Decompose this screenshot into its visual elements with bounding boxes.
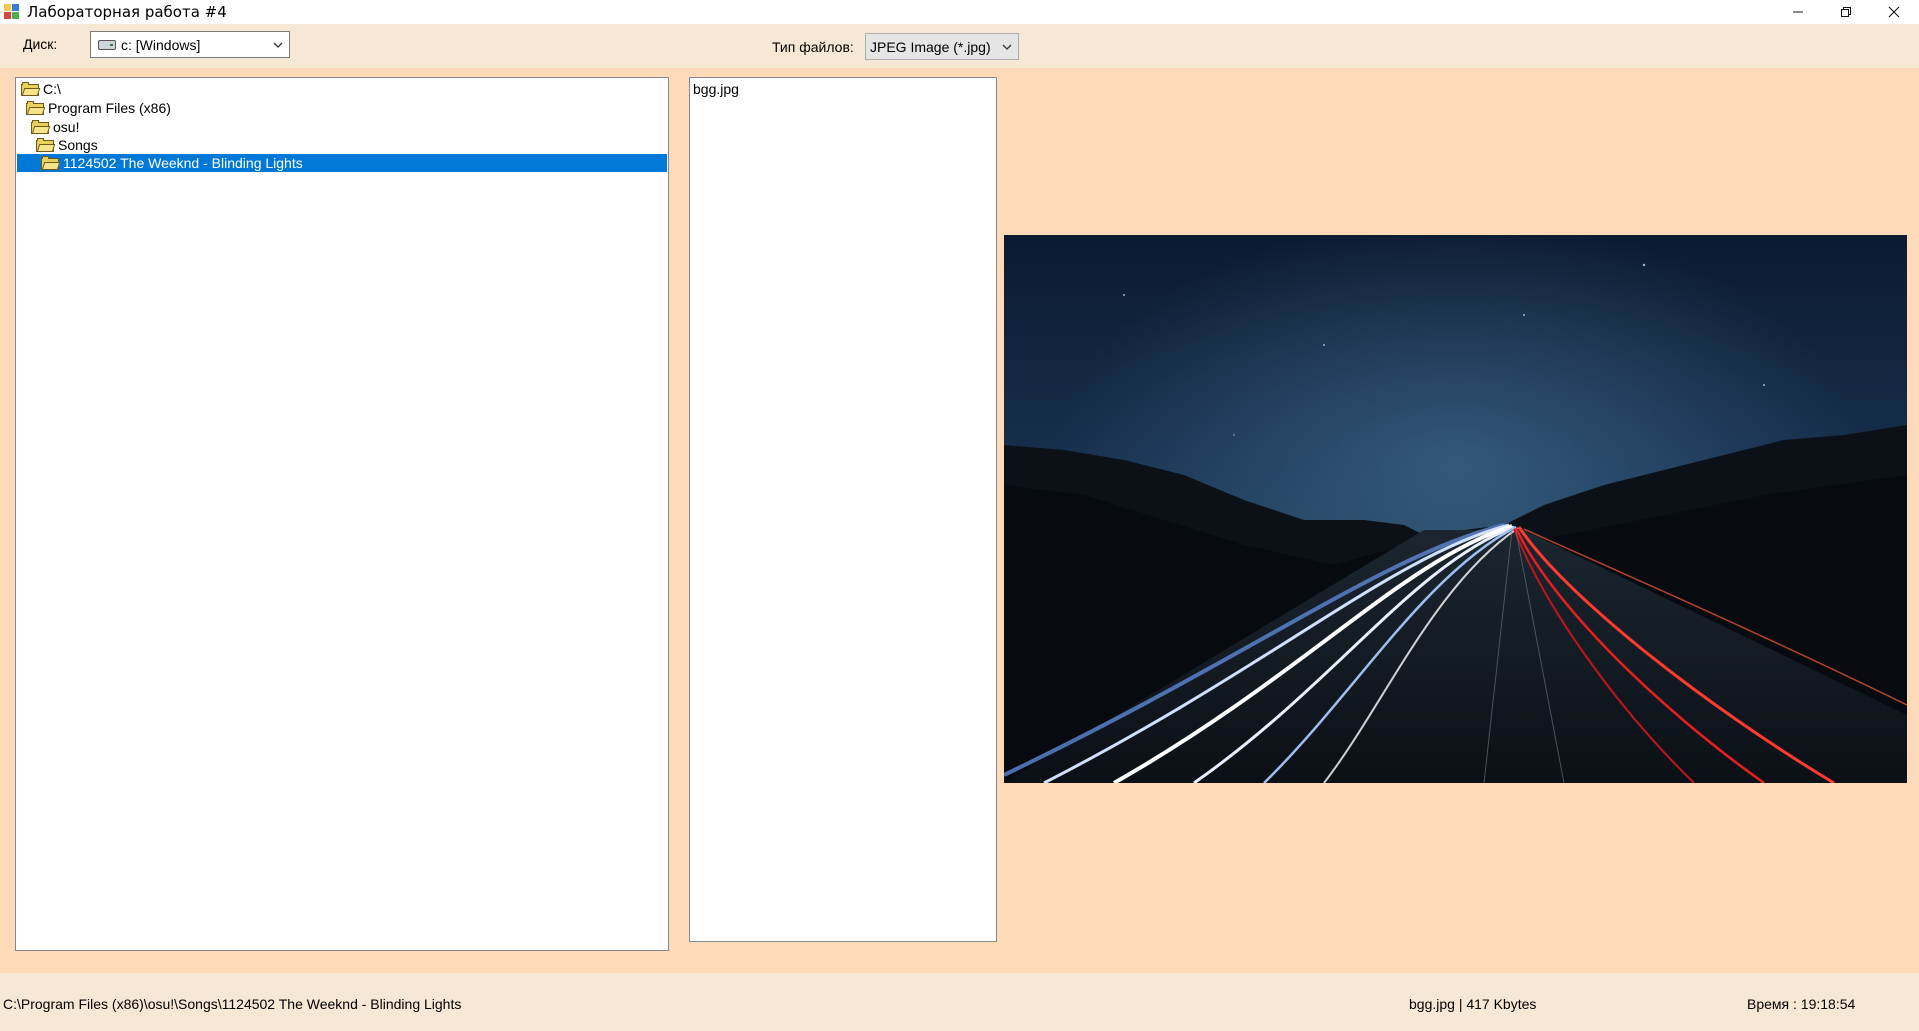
status-file-info: bgg.jpg | 417 Kbytes (1409, 996, 1537, 1012)
file-list[interactable]: bgg.jpg (689, 77, 997, 942)
chevron-down-icon (273, 42, 283, 48)
restore-icon (1840, 7, 1851, 17)
chevron-down-icon (1002, 44, 1012, 50)
drive-value: c: [Windows] (121, 36, 201, 53)
tree-item-label: osu! (53, 119, 80, 135)
tree-item-program-files[interactable]: Program Files (x86) (26, 99, 171, 117)
tree-item-label: Program Files (x86) (48, 100, 171, 116)
drive-combobox[interactable]: c: [Windows] (90, 31, 290, 58)
filetype-label: Тип файлов: (772, 39, 854, 55)
app-icon (4, 4, 20, 20)
tree-item-osu[interactable]: osu! (31, 118, 79, 136)
directory-tree[interactable]: C:\ Program Files (x86) osu! Songs 11245… (15, 77, 669, 951)
restore-button[interactable] (1822, 0, 1869, 24)
highway-photo (1004, 235, 1907, 783)
minimize-button[interactable] (1774, 0, 1821, 24)
close-button[interactable] (1870, 0, 1917, 24)
image-preview (1004, 235, 1907, 783)
list-item[interactable]: bgg.jpg (693, 81, 739, 97)
status-time: Время : 19:18:54 (1747, 996, 1856, 1012)
filetype-combobox[interactable]: JPEG Image (*.jpg) (865, 33, 1019, 60)
tree-item-label: Songs (58, 137, 98, 153)
folder-open-icon (26, 100, 46, 115)
window-title: Лабораторная работа #4 (27, 3, 227, 21)
tree-item-label: 1124502 The Weeknd - Blinding Lights (63, 155, 303, 171)
folder-open-icon (41, 155, 61, 170)
tree-item-label: C:\ (43, 81, 61, 97)
filetype-value: JPEG Image (*.jpg) (870, 38, 991, 55)
tree-item-root[interactable]: C:\ (21, 80, 61, 98)
close-icon (1888, 6, 1899, 18)
folder-open-icon (36, 137, 56, 152)
drive-label: Диск: (23, 36, 58, 52)
title-bar: Лабораторная работа #4 (0, 0, 1919, 24)
folder-open-icon (31, 119, 51, 134)
tree-item-selected-folder[interactable]: 1124502 The Weeknd - Blinding Lights (17, 154, 667, 172)
status-path: C:\Program Files (x86)\osu!\Songs\112450… (3, 996, 462, 1012)
minimize-icon (1792, 11, 1803, 13)
tree-item-songs[interactable]: Songs (36, 136, 98, 154)
drive-icon (98, 39, 116, 50)
folder-open-icon (21, 81, 41, 96)
